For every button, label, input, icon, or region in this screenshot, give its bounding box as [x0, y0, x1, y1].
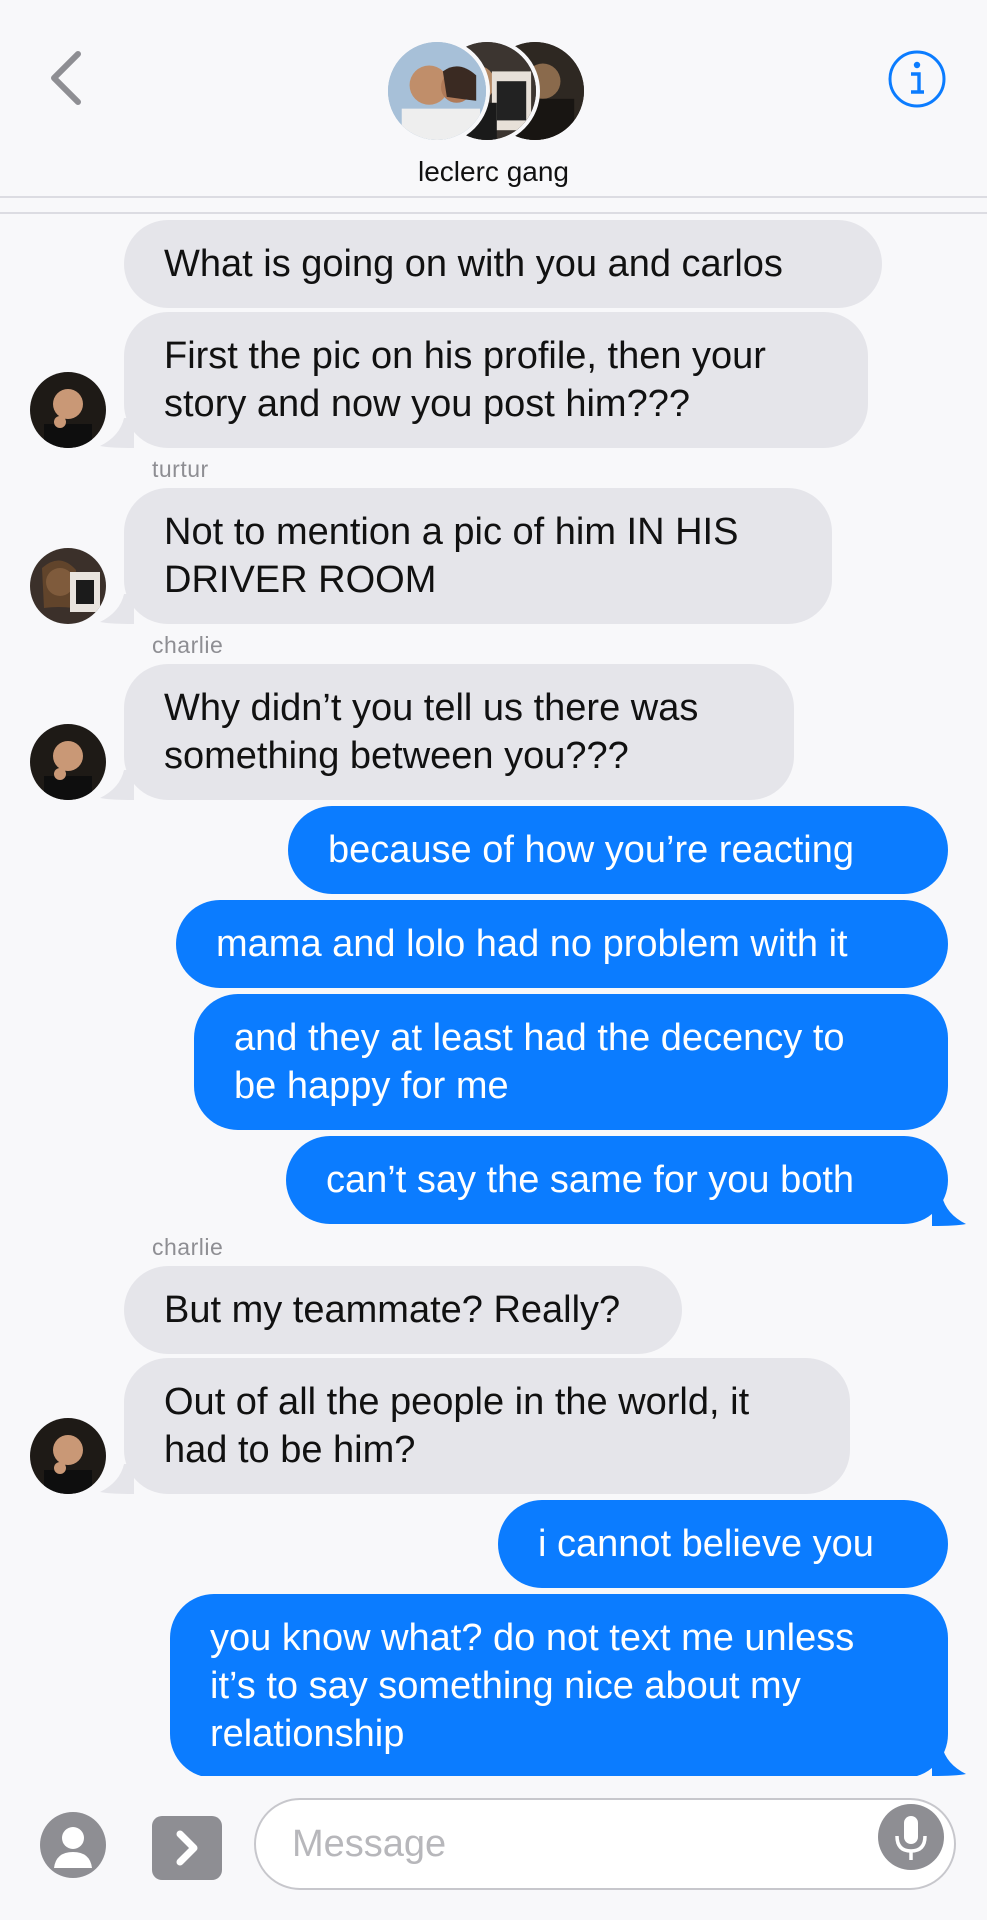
bubble-tail: [100, 1464, 134, 1494]
message-line: had to be him?: [164, 1429, 416, 1471]
message-line: i cannot believe you: [538, 1523, 874, 1565]
message-line: something between you???: [164, 735, 629, 777]
avatar[interactable]: [30, 548, 106, 624]
message-line: But my teammate? Really?: [164, 1289, 621, 1331]
sender-name: turtur: [152, 456, 209, 482]
microphone-icon: [895, 1816, 927, 1860]
sent-message[interactable]: i cannot believe you: [498, 1500, 948, 1588]
message-line: you know what? do not text me unless: [210, 1617, 855, 1659]
received-message[interactable]: What is going on with you and carlos: [124, 220, 882, 308]
sent-message[interactable]: can’t say the same for you both: [286, 1136, 948, 1224]
chevron-right-icon: [176, 1830, 198, 1866]
bubble-tail: [100, 418, 134, 448]
info-icon[interactable]: [886, 48, 948, 110]
conversation-header: leclerc gang: [0, 0, 987, 196]
message-line: mama and lolo had no problem with it: [216, 923, 848, 965]
sender-name: charlie: [152, 632, 224, 658]
message-line: be happy for me: [234, 1065, 509, 1107]
apps-button[interactable]: [152, 1816, 222, 1880]
avatar[interactable]: [30, 372, 106, 448]
group-avatars[interactable]: [384, 38, 588, 148]
message-line: What is going on with you and carlos: [164, 243, 783, 285]
message-line: Not to mention a pic of him IN HIS: [164, 511, 739, 553]
message-line: Why didn’t you tell us there was: [164, 687, 699, 729]
group-name[interactable]: leclerc gang: [0, 156, 987, 188]
received-message[interactable]: Out of all the people in the world, it h…: [124, 1358, 850, 1494]
chevron-left-icon[interactable]: [46, 48, 86, 108]
header-divider: [0, 196, 987, 198]
camera-icon: [54, 1827, 92, 1868]
message-line: and they at least had the decency to: [234, 1017, 845, 1059]
message-line: can’t say the same for you both: [326, 1159, 855, 1201]
sent-message[interactable]: and they at least had the decency to be …: [194, 994, 948, 1130]
group-avatar-1: [384, 38, 490, 144]
header-divider: [0, 212, 987, 214]
message-line: Out of all the people in the world, it: [164, 1381, 750, 1423]
received-message[interactable]: First the pic on his profile, then your …: [124, 312, 868, 448]
message-line: relationship: [210, 1713, 405, 1755]
sent-message[interactable]: mama and lolo had no problem with it: [176, 900, 948, 988]
message-composer: [0, 1776, 987, 1920]
message-input[interactable]: [254, 1798, 956, 1890]
sender-name: charlie: [152, 1234, 224, 1260]
received-message[interactable]: Not to mention a pic of him IN HIS DRIVE…: [124, 488, 832, 624]
message-line: First the pic on his profile, then your: [164, 335, 766, 377]
sent-message[interactable]: because of how you’re reacting: [288, 806, 948, 894]
message-line: it’s to say something nice about my: [210, 1665, 801, 1707]
received-message[interactable]: Why didn’t you tell us there was somethi…: [124, 664, 794, 800]
microphone-button[interactable]: [878, 1804, 944, 1870]
message-line: because of how you’re reacting: [328, 829, 854, 871]
message-line: story and now you post him???: [164, 383, 690, 425]
avatar[interactable]: [30, 724, 106, 800]
received-message[interactable]: But my teammate? Really?: [124, 1266, 682, 1354]
bubble-tail: [932, 1746, 966, 1776]
bubble-tail: [100, 770, 134, 800]
avatar[interactable]: [30, 1418, 106, 1494]
message-line: DRIVER ROOM: [164, 559, 437, 601]
bubble-tail: [932, 1196, 966, 1226]
sent-message[interactable]: you know what? do not text me unless it’…: [170, 1594, 948, 1778]
camera-button[interactable]: [40, 1812, 106, 1878]
bubble-tail: [100, 594, 134, 624]
